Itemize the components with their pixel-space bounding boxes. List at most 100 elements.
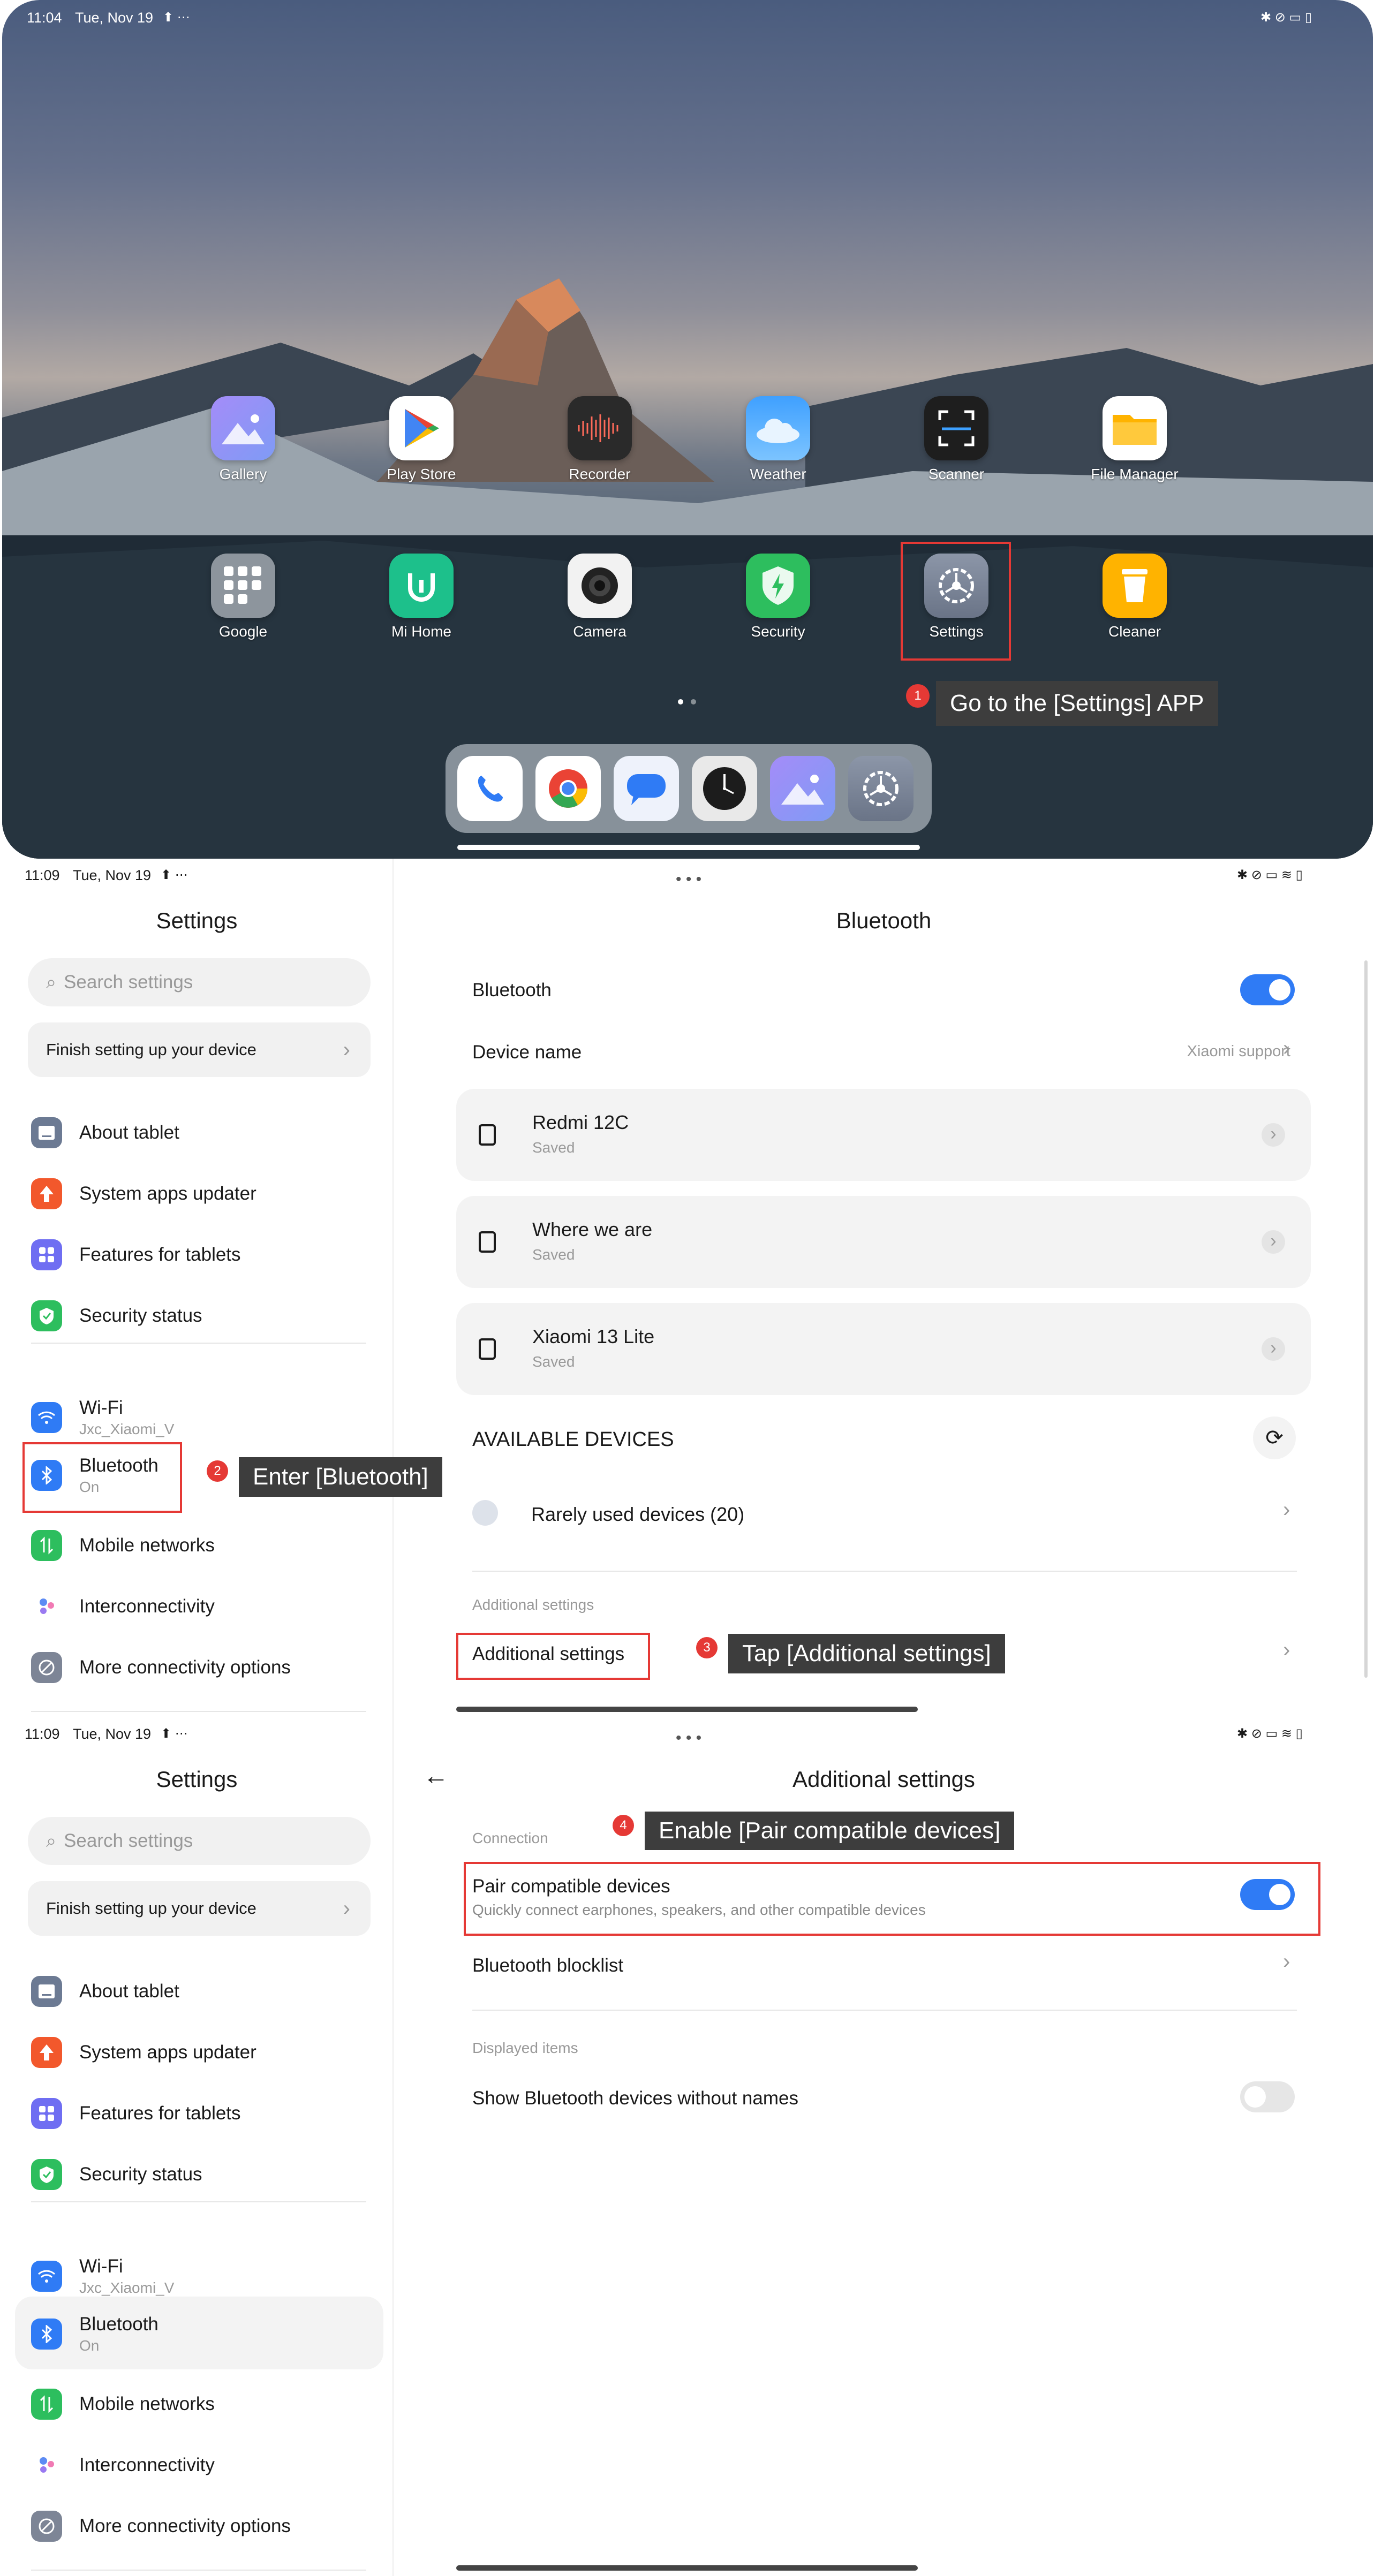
home-indicator[interactable] [457,845,920,850]
sidebar-item-system-apps-updater[interactable]: System apps updater [31,1172,374,1215]
multiwindow-dots[interactable]: • • • [676,1729,701,1747]
additional-settings-screen: 11:09 Tue, Nov 19 ⬆ ⋯ ✱ ⊘ ▭ ≋ ▯ • • • Se… [0,1717,1374,2576]
refresh-icon[interactable]: ⟳ [1253,1416,1296,1459]
app-weather[interactable]: Weather [724,396,832,483]
interconnectivity-icon [31,2450,62,2481]
sidebar-item-mobile-networks[interactable]: Mobile networks [31,2383,374,2426]
show-unnamed-devices-toggle[interactable] [1240,2081,1295,2112]
home-screen: 11:04 Tue, Nov 19 ⬆ ⋯ ✱ ⊘ ▭ ▯ Gallery Pl… [2,0,1373,859]
chevron-right-icon: › [1283,1638,1290,1662]
app-file-manager[interactable]: File Manager [1081,396,1188,483]
displayed-items-header: Displayed items [472,2040,578,2056]
app-scanner[interactable]: Scanner [903,396,1010,483]
step-tip-4: Enable [Pair compatible devices] [645,1812,1015,1850]
step-badge-4: 4 [613,1815,634,1836]
search-icon: ⌕ [46,1830,57,1851]
highlight-settings-app [901,542,1011,661]
app-google[interactable]: Google [190,554,297,640]
saved-device-card[interactable]: Where we are Saved › [456,1196,1311,1288]
sidebar-item-bluetooth[interactable]: Bluetooth On [31,2313,374,2355]
sidebar-item-more-connectivity[interactable]: More connectivity options [31,1646,374,1689]
settings-dock-icon[interactable] [848,756,914,821]
search-input[interactable]: ⌕ Search settings [28,1817,371,1865]
sidebar-item-mobile-networks[interactable]: Mobile networks [31,1524,374,1567]
page-title: Settings [156,1767,238,1792]
app-cleaner[interactable]: Cleaner [1081,554,1188,640]
sidebar-item-interconnectivity[interactable]: Interconnectivity [31,1585,374,1628]
phone-device-icon [479,1338,496,1360]
mobile-data-icon [31,2389,62,2420]
sidebar-item-wifi[interactable]: Wi-Fi Jxc_Xiaomi_V [31,2255,374,2298]
saved-device-card[interactable]: Xiaomi 13 Lite Saved › [456,1303,1311,1395]
grid-icon [31,2098,62,2129]
chevron-right-icon: › [343,1896,350,1920]
divider [31,1343,366,1344]
clock-icon[interactable] [692,756,757,821]
sidebar-item-features-for-tablets[interactable]: Features for tablets [31,2092,374,2135]
sidebar-item-interconnectivity[interactable]: Interconnectivity [31,2444,374,2487]
device-details-button[interactable]: › [1262,1230,1285,1254]
app-camera[interactable]: Camera [546,554,653,640]
tablet-icon [31,1976,62,2007]
wifi-icon [31,1402,62,1433]
app-mi-home[interactable]: Mi Home [368,554,475,640]
home-indicator[interactable] [456,1707,918,1712]
shield-check-icon [31,2159,62,2190]
wifi-icon [31,2261,62,2292]
app-recorder[interactable]: Recorder [546,396,653,483]
sidebar-item-features-for-tablets[interactable]: Features for tablets [31,1233,374,1276]
step-tip-3: Tap [Additional settings] [728,1634,1005,1673]
bluetooth-toggle[interactable] [1240,974,1295,1005]
bluetooth-blocklist-item[interactable]: Bluetooth blocklist [472,1955,623,1976]
finish-setup-item[interactable]: Finish setting up your device › [28,1881,371,1936]
sidebar-item-more-connectivity[interactable]: More connectivity options [31,2505,374,2548]
connection-section-header: Connection [472,1830,548,1846]
phone-icon[interactable] [457,756,523,821]
rarely-used-devices[interactable]: Rarely used devices (20) [531,1503,744,1526]
saved-device-card[interactable]: Redmi 12C Saved › [456,1089,1311,1181]
link-icon [31,2511,62,2542]
highlight-additional-settings [456,1633,650,1680]
app-gallery[interactable]: Gallery [190,396,297,483]
sidebar-item-security-status[interactable]: Security status [31,1294,374,1337]
security-icon [746,554,810,618]
sidebar-item-security-status[interactable]: Security status [31,2153,374,2196]
divider [31,2570,366,2571]
sidebar-item-about-tablet[interactable]: About tablet [31,1111,374,1154]
divider [31,2201,366,2202]
chevron-right-icon: › [1283,1036,1290,1060]
search-input[interactable]: ⌕ Search settings [28,958,371,1006]
detail-title: Additional settings [792,1767,975,1792]
scrollbar[interactable] [1364,960,1368,1678]
messages-icon[interactable] [614,756,679,821]
sidebar-item-system-apps-updater[interactable]: System apps updater [31,2031,374,2074]
bluetooth-icon [31,2319,62,2350]
device-details-button[interactable]: › [1262,1337,1285,1361]
scanner-icon [924,396,988,460]
app-security[interactable]: Security [724,554,832,640]
finish-setup-item[interactable]: Finish setting up your device › [28,1022,371,1077]
detail-title: Bluetooth [836,908,932,933]
folder-icon [1103,396,1167,460]
chevron-right-icon: › [1283,1950,1290,1973]
highlight-bluetooth [22,1442,182,1513]
multiwindow-dots[interactable]: • • • [676,870,701,889]
status-icons: ✱ ⊘ ▭ ≋ ▯ [1237,868,1303,882]
gallery-dock-icon[interactable] [770,756,835,821]
chrome-icon[interactable] [535,756,601,821]
app-play-store[interactable]: Play Store [368,396,475,483]
status-icons: ✱ ⊘ ▭ ▯ [1260,10,1312,25]
mobile-data-icon [31,1530,62,1561]
step-badge-1: 1 [906,684,930,708]
chevron-right-icon: › [343,1037,350,1062]
screenshot-collage: 11:04 Tue, Nov 19 ⬆ ⋯ ✱ ⊘ ▭ ▯ Gallery Pl… [0,0,1374,2576]
home-indicator[interactable] [456,2565,918,2571]
sidebar-item-about-tablet[interactable]: About tablet [31,1970,374,2013]
sidebar-item-wifi[interactable]: Wi-Fi Jxc_Xiaomi_V [31,1396,374,1439]
page-dot-active [678,699,683,704]
device-name-value[interactable]: Xiaomi support [1151,1043,1290,1060]
available-devices-header: AVAILABLE DEVICES [472,1428,674,1451]
device-details-button[interactable]: › [1262,1123,1285,1147]
mi-home-icon [389,554,454,618]
grid-icon [31,1239,62,1270]
